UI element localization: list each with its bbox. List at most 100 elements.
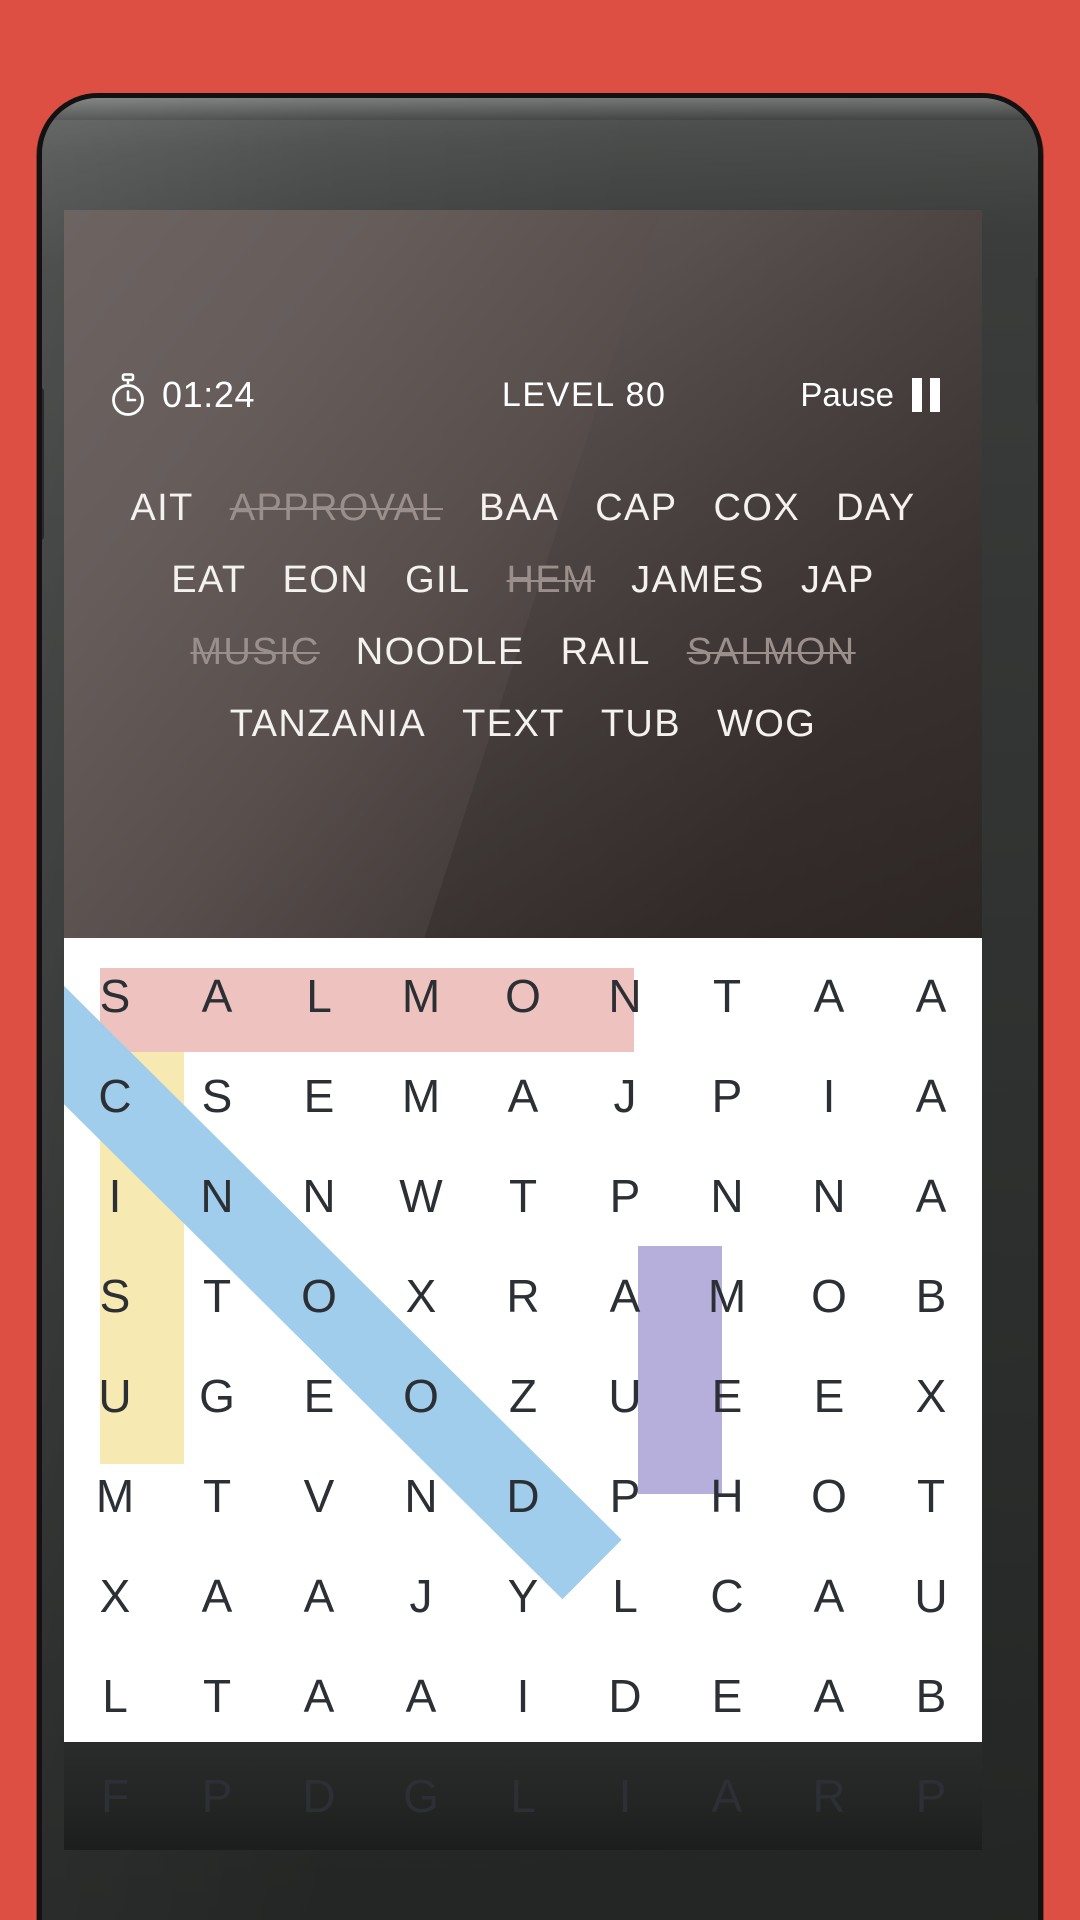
- grid-cell[interactable]: P: [574, 1146, 676, 1246]
- grid-cell[interactable]: A: [268, 1546, 370, 1646]
- word-item: TANZANIA: [229, 703, 427, 745]
- grid-cell[interactable]: R: [472, 1246, 574, 1346]
- grid-cell[interactable]: E: [676, 1346, 778, 1446]
- grid-cell[interactable]: L: [574, 1546, 676, 1646]
- grid-cell[interactable]: W: [370, 1146, 472, 1246]
- grid-cell[interactable]: B: [880, 1646, 982, 1746]
- grid-cell[interactable]: O: [472, 946, 574, 1046]
- pause-button[interactable]: Pause: [800, 376, 940, 414]
- grid-cell[interactable]: Z: [472, 1346, 574, 1446]
- grid-cell[interactable]: A: [472, 1046, 574, 1146]
- grid-cell[interactable]: V: [268, 1446, 370, 1546]
- grid-cell[interactable]: A: [166, 946, 268, 1046]
- grid-cell[interactable]: P: [880, 1746, 982, 1846]
- grid-cell[interactable]: A: [268, 1646, 370, 1746]
- grid-cell[interactable]: E: [268, 1346, 370, 1446]
- grid-cell[interactable]: O: [268, 1246, 370, 1346]
- phone-device: 01:24 LEVEL 80 Pause AIT APPROVAL BAA CAP CO…: [42, 98, 1038, 1920]
- grid-cell[interactable]: D: [472, 1446, 574, 1546]
- grid-cell[interactable]: A: [166, 1546, 268, 1646]
- grid-cell[interactable]: P: [166, 1746, 268, 1846]
- grid-cell[interactable]: E: [676, 1646, 778, 1746]
- grid-cell[interactable]: D: [268, 1746, 370, 1846]
- grid-cell[interactable]: B: [880, 1246, 982, 1346]
- grid-cell[interactable]: D: [574, 1646, 676, 1746]
- volume-button[interactable]: [42, 388, 44, 540]
- grid-cell[interactable]: T: [166, 1446, 268, 1546]
- grid-cell[interactable]: X: [64, 1546, 166, 1646]
- grid-cell[interactable]: A: [574, 1246, 676, 1346]
- grid-cell[interactable]: S: [166, 1046, 268, 1146]
- grid-cell[interactable]: G: [166, 1346, 268, 1446]
- grid-cell[interactable]: C: [676, 1546, 778, 1646]
- grid-cell[interactable]: M: [64, 1446, 166, 1546]
- grid-cell[interactable]: I: [574, 1746, 676, 1846]
- grid-cell[interactable]: N: [778, 1146, 880, 1246]
- grid-cell[interactable]: M: [370, 946, 472, 1046]
- grid-cell[interactable]: J: [574, 1046, 676, 1146]
- grid-cell[interactable]: S: [64, 946, 166, 1046]
- phone-top-rim: [42, 98, 1038, 120]
- grid-cell[interactable]: A: [676, 1746, 778, 1846]
- grid-cell[interactable]: X: [370, 1246, 472, 1346]
- word-item: AIT: [130, 487, 194, 529]
- power-button[interactable]: [1036, 276, 1038, 406]
- grid-cell[interactable]: L: [64, 1646, 166, 1746]
- grid-cell[interactable]: N: [676, 1146, 778, 1246]
- screenshot-root: 01:24 LEVEL 80 Pause AIT APPROVAL BAA CAP CO…: [0, 0, 1080, 1920]
- grid-cell[interactable]: O: [778, 1246, 880, 1346]
- grid-cell[interactable]: F: [64, 1746, 166, 1846]
- grid-cell[interactable]: A: [880, 946, 982, 1046]
- letter-grid[interactable]: SALMONTAACSEMAJPIAINNWTPNNASTOXRAMOBUGEO…: [64, 946, 982, 1846]
- grid-cell[interactable]: A: [778, 1546, 880, 1646]
- grid-cell[interactable]: O: [778, 1446, 880, 1546]
- grid-cell[interactable]: U: [574, 1346, 676, 1446]
- grid-cell[interactable]: S: [64, 1246, 166, 1346]
- pause-label: Pause: [800, 376, 894, 413]
- grid-cell[interactable]: A: [778, 946, 880, 1046]
- grid-cell[interactable]: N: [574, 946, 676, 1046]
- grid-cell[interactable]: P: [676, 1046, 778, 1146]
- grid-cell[interactable]: Y: [472, 1546, 574, 1646]
- grid-cell[interactable]: E: [268, 1046, 370, 1146]
- timer-group: 01:24: [108, 373, 368, 417]
- grid-cell[interactable]: L: [268, 946, 370, 1046]
- grid-cell[interactable]: J: [370, 1546, 472, 1646]
- word-item: TEXT: [462, 703, 565, 745]
- grid-cell[interactable]: T: [166, 1646, 268, 1746]
- grid-cell[interactable]: R: [778, 1746, 880, 1846]
- grid-cell[interactable]: M: [370, 1046, 472, 1146]
- word-item: JAP: [800, 559, 875, 601]
- grid-cell[interactable]: T: [676, 946, 778, 1046]
- grid-cell[interactable]: N: [166, 1146, 268, 1246]
- grid-cell[interactable]: N: [370, 1446, 472, 1546]
- grid-cell[interactable]: U: [64, 1346, 166, 1446]
- grid-cell[interactable]: A: [778, 1646, 880, 1746]
- grid-cell[interactable]: U: [880, 1546, 982, 1646]
- grid-cell[interactable]: M: [676, 1246, 778, 1346]
- grid-cell[interactable]: G: [370, 1746, 472, 1846]
- grid-cell[interactable]: A: [370, 1646, 472, 1746]
- grid-cell[interactable]: A: [880, 1146, 982, 1246]
- grid-cell[interactable]: H: [676, 1446, 778, 1546]
- pause-icon: [912, 378, 940, 412]
- grid-cell[interactable]: P: [574, 1446, 676, 1546]
- grid-cell[interactable]: I: [472, 1646, 574, 1746]
- grid-cell[interactable]: T: [472, 1146, 574, 1246]
- word-item: HEM: [506, 559, 596, 601]
- grid-cell[interactable]: O: [370, 1346, 472, 1446]
- grid-cell[interactable]: T: [880, 1446, 982, 1546]
- grid-cell[interactable]: N: [268, 1146, 370, 1246]
- word-item: EAT: [171, 559, 247, 601]
- word-item: APPROVAL: [229, 487, 443, 529]
- word-item: COX: [713, 487, 801, 529]
- grid-cell[interactable]: C: [64, 1046, 166, 1146]
- grid-cell[interactable]: X: [880, 1346, 982, 1446]
- grid-cell[interactable]: L: [472, 1746, 574, 1846]
- grid-cell[interactable]: E: [778, 1346, 880, 1446]
- grid-cell[interactable]: T: [166, 1246, 268, 1346]
- grid-cell[interactable]: A: [880, 1046, 982, 1146]
- grid-cell[interactable]: I: [64, 1146, 166, 1246]
- word-item: BAA: [478, 487, 560, 529]
- grid-cell[interactable]: I: [778, 1046, 880, 1146]
